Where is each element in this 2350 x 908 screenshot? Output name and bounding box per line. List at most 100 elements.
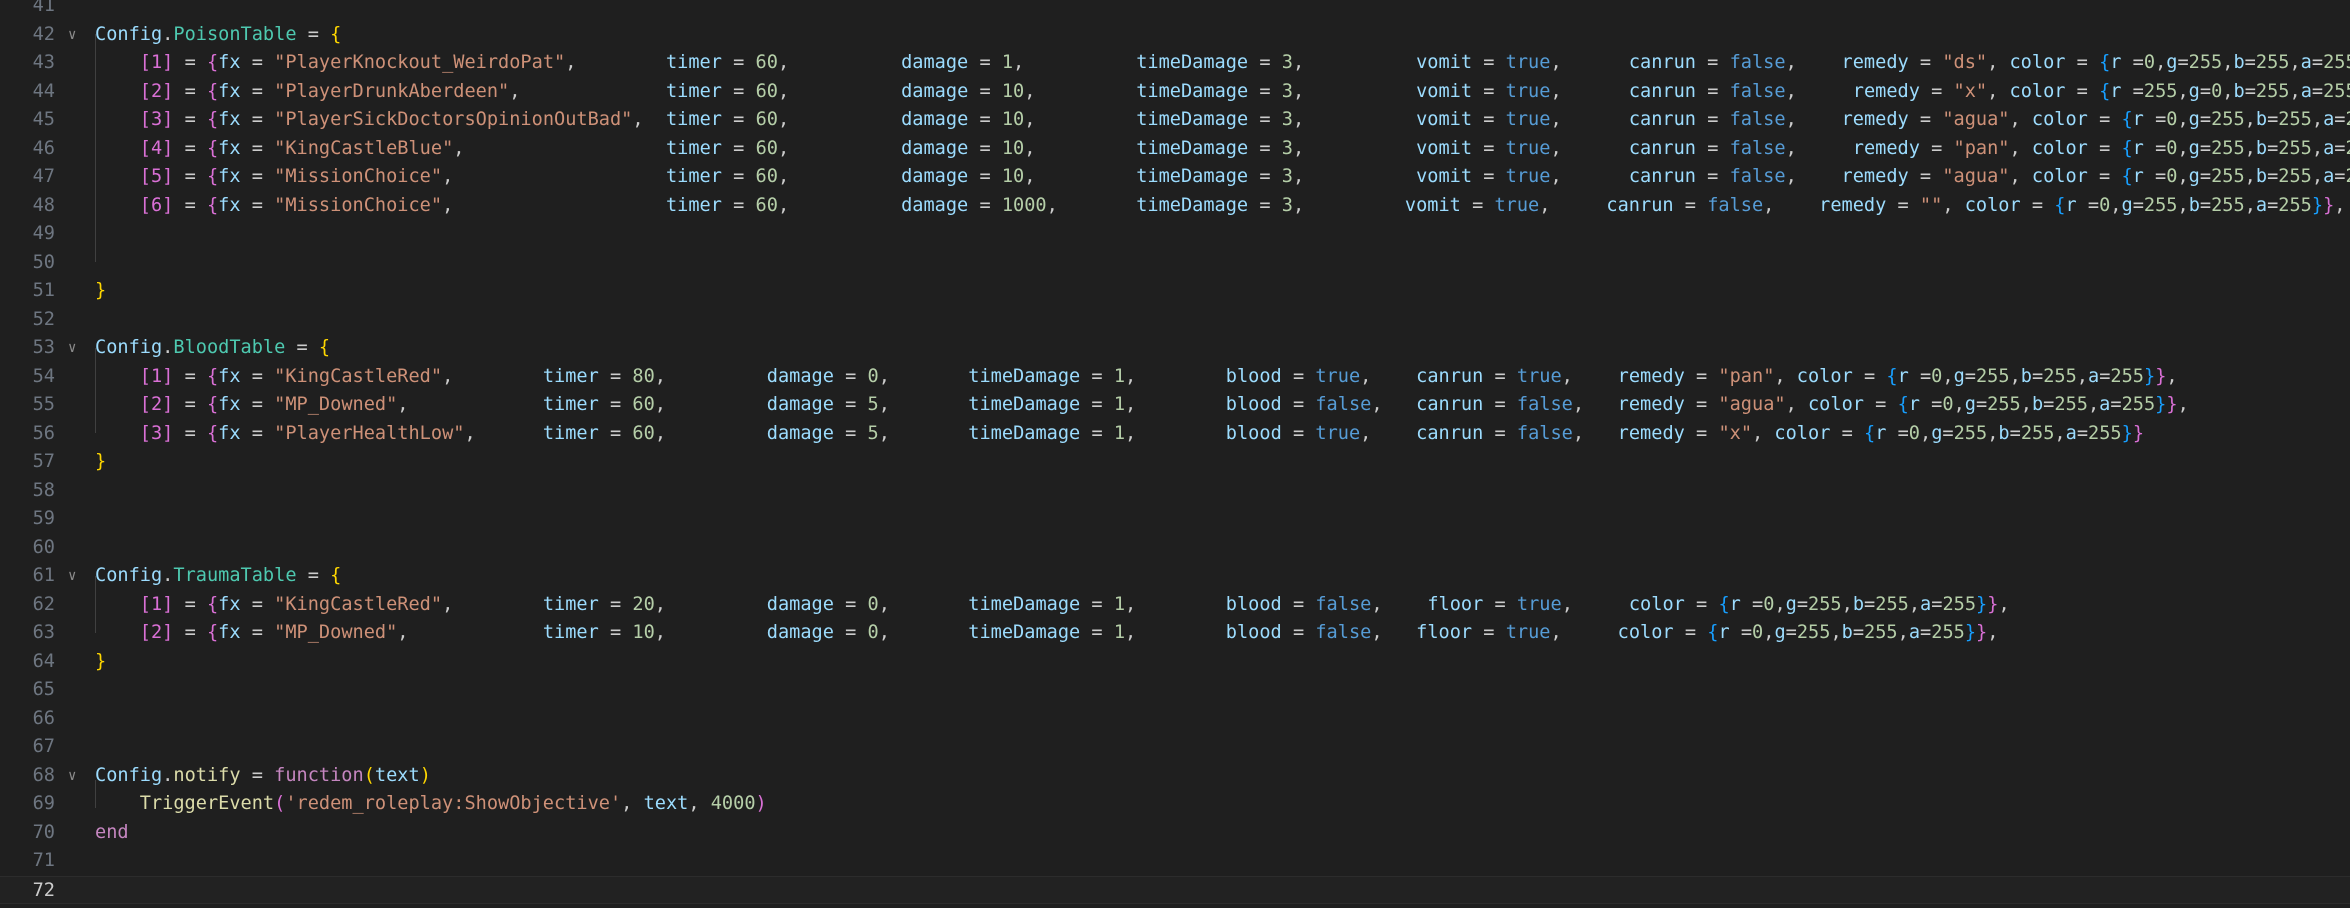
code-token: = [240, 137, 275, 159]
code-token: = [833, 365, 868, 387]
code-token: notify [173, 764, 241, 786]
code-line[interactable]: 48 [6] = {fx = "MissionChoice", timer = … [0, 192, 2350, 221]
code-editor[interactable]: 41 42 ∨ Config.PoisonTable = {43 [1] = {fx … [0, 0, 2350, 908]
code-token: = [1472, 80, 1506, 102]
code-line[interactable]: 59 [0, 505, 2350, 534]
code-line[interactable]: 70 end [0, 819, 2350, 848]
code-line[interactable]: 62 [1] = {fx = "KingCastleRed", timer = … [0, 591, 2350, 620]
code-token: ) [755, 793, 767, 814]
code-line[interactable]: 58 [0, 477, 2350, 506]
fold-chevron-icon[interactable]: ∨ [68, 562, 82, 591]
fold-chevron-icon[interactable]: ∨ [68, 21, 82, 50]
code-token: , [1785, 80, 1853, 102]
code-line[interactable]: 42 ∨ Config.PoisonTable = { [0, 21, 2350, 50]
line-number: 49 [32, 223, 55, 244]
code-line[interactable]: 50 [0, 249, 2350, 278]
code-token: 0 [867, 622, 879, 643]
code-token: remedy [1617, 394, 1685, 415]
code-token: canrun [1606, 194, 1674, 216]
code-token: a [1908, 622, 1921, 643]
code-token: color [1796, 365, 1853, 387]
code-token: , [1774, 593, 1786, 615]
code-token: = [1483, 394, 1517, 415]
line-number: 42 [32, 23, 55, 45]
code-token: text [643, 793, 689, 814]
code-token: true [1505, 622, 1551, 643]
code-token: = [721, 109, 756, 130]
code-line[interactable]: 47 [5] = {fx = "MissionChoice", timer = … [0, 163, 2350, 192]
code-line[interactable]: 66 [0, 705, 2350, 734]
code-line[interactable]: 52 [0, 306, 2350, 335]
code-token: { [206, 422, 219, 444]
code-token: , [1830, 622, 1842, 643]
code-token: = [968, 109, 1002, 130]
code-token: , [2177, 194, 2189, 216]
code-token: } [95, 650, 107, 672]
code-token: , [1371, 394, 1417, 415]
code-token: "x" [1953, 80, 1988, 102]
code-line[interactable]: 56 [3] = {fx = "PlayerHealthLow", timer … [0, 420, 2350, 449]
line-number: 71 [32, 850, 55, 871]
code-token: b [2188, 194, 2200, 216]
code-token: [2] [139, 80, 174, 102]
code-token: 0 [1942, 394, 1954, 415]
code-line[interactable]: 49 [0, 220, 2350, 249]
code-line[interactable]: 60 [0, 534, 2350, 563]
code-line[interactable]: 53 ∨ Config.BloodTable = { [0, 334, 2350, 363]
code-line[interactable]: 41 [0, 0, 2350, 21]
code-token: a [2255, 194, 2268, 216]
code-line[interactable]: 57} [0, 448, 2350, 477]
code-line[interactable]: 67 [0, 733, 2350, 762]
code-line[interactable]: 64} [0, 648, 2350, 677]
code-token: , [453, 137, 666, 159]
code-line[interactable]: 61 ∨ Config.TraumaTable = { [0, 562, 2350, 591]
code-line[interactable]: 68 ∨ Config.notify = function(text) [0, 762, 2350, 791]
code-token: = [1472, 52, 1506, 73]
code-line[interactable]: 44 [2] = {fx = "PlayerDrunkAberdeen", ti… [0, 78, 2350, 107]
code-line[interactable]: 72 [0, 875, 2350, 904]
code-token: = [173, 365, 207, 387]
code-token: = [1483, 365, 1517, 387]
code-token: = [240, 166, 275, 187]
code-token: [3] [139, 422, 174, 444]
code-token: = [1886, 422, 1909, 444]
code-token: = [1931, 593, 1943, 615]
code-token: , [1763, 622, 1775, 643]
code-token: timer [665, 109, 722, 130]
code-token: , [2110, 194, 2122, 216]
code-line[interactable]: 51} [0, 277, 2350, 306]
code-token: { [1897, 394, 1909, 415]
code-token: 255 [2345, 138, 2350, 159]
code-token: , [654, 394, 767, 415]
code-token: remedy [1852, 137, 1920, 159]
code-token: = [296, 565, 331, 586]
code-token: g [1774, 622, 1786, 643]
code-line[interactable]: 71 [0, 847, 2350, 876]
code-token: { [206, 194, 219, 216]
code-line[interactable]: 65 [0, 676, 2350, 705]
code-token: , [621, 793, 644, 814]
line-number: 55 [32, 394, 55, 415]
code-line[interactable]: 55 [2] = {fx = "MP_Downed", timer = 60, … [0, 391, 2350, 420]
code-token: fx [218, 166, 241, 187]
fold-chevron-icon[interactable]: ∨ [68, 762, 82, 791]
code-line[interactable]: 46 [4] = {fx = "KingCastleBlue", timer =… [0, 135, 2350, 164]
line-number: 67 [32, 736, 55, 757]
code-token: [6] [139, 194, 174, 216]
code-text: [1] = {fx = "KingCastleRed", timer = 20,… [95, 591, 2010, 620]
code-line[interactable]: 43 [1] = {fx = "PlayerKnockout_WeirdoPat… [0, 49, 2350, 78]
code-token: , [2311, 137, 2324, 159]
code-token: . [162, 565, 174, 586]
code-token: . [162, 23, 174, 45]
code-line[interactable]: 45 [3] = {fx = "PlayerSickDoctorsOpinion… [0, 106, 2350, 135]
code-token: Config [95, 337, 163, 358]
fold-chevron-icon[interactable]: ∨ [68, 334, 82, 363]
code-token: , [777, 194, 902, 216]
code-line[interactable]: 63 [2] = {fx = "MP_Downed", timer = 10, … [0, 619, 2350, 648]
code-line[interactable]: 69 TriggerEvent('redem_roleplay:ShowObje… [0, 790, 2350, 819]
code-line[interactable]: 54 [1] = {fx = "KingCastleRed", timer = … [0, 363, 2350, 392]
code-token: , [878, 593, 969, 615]
code-token: , [2244, 166, 2256, 187]
code-token: 255 [2043, 365, 2077, 387]
code-token: damage [901, 137, 969, 159]
